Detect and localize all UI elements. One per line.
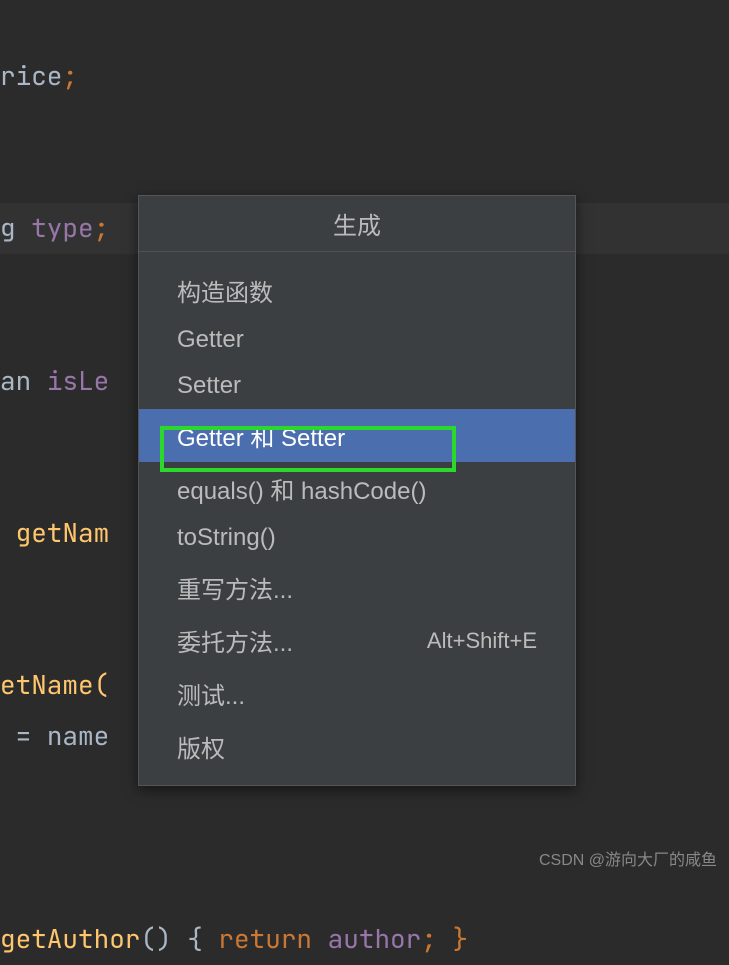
- popup-item-setter[interactable]: Setter: [139, 363, 575, 409]
- popup-item-label: 测试...: [177, 676, 245, 711]
- popup-item-override[interactable]: 重写方法...: [139, 561, 575, 614]
- code-line: getAuthor() { return author; }: [0, 914, 729, 965]
- popup-item-test[interactable]: 测试...: [139, 667, 575, 720]
- popup-item-label: 版权: [177, 729, 225, 764]
- popup-item-label: 重写方法...: [177, 570, 293, 605]
- popup-item-label: Getter 和 Setter: [177, 418, 345, 453]
- code-line: rice;: [0, 51, 729, 102]
- popup-item-label: 委托方法...: [177, 623, 293, 658]
- popup-item-shortcut: Alt+Shift+E: [427, 628, 537, 654]
- popup-item-delegate[interactable]: 委托方法... Alt+Shift+E: [139, 614, 575, 667]
- code-line: [0, 0, 729, 51]
- popup-item-getter-setter[interactable]: Getter 和 Setter: [139, 409, 575, 462]
- popup-item-label: toString(): [177, 524, 276, 552]
- popup-item-label: Getter: [177, 326, 244, 354]
- code-line: [0, 102, 729, 153]
- popup-item-constructor[interactable]: 构造函数: [139, 264, 575, 317]
- popup-item-getter[interactable]: Getter: [139, 317, 575, 363]
- popup-item-label: Setter: [177, 372, 241, 400]
- popup-item-tostring[interactable]: toString(): [139, 515, 575, 561]
- popup-item-label: 构造函数: [177, 273, 273, 308]
- watermark-text: CSDN @游向大厂的咸鱼: [539, 846, 717, 870]
- popup-items-list: 构造函数 Getter Setter Getter 和 Setter equal…: [139, 252, 575, 785]
- popup-title: 生成: [139, 196, 575, 252]
- generate-popup: 生成 构造函数 Getter Setter Getter 和 Setter eq…: [138, 195, 576, 786]
- popup-item-equals-hashcode[interactable]: equals() 和 hashCode(): [139, 462, 575, 515]
- code-line: [0, 864, 729, 915]
- popup-item-label: equals() 和 hashCode(): [177, 471, 426, 506]
- popup-item-copyright[interactable]: 版权: [139, 720, 575, 773]
